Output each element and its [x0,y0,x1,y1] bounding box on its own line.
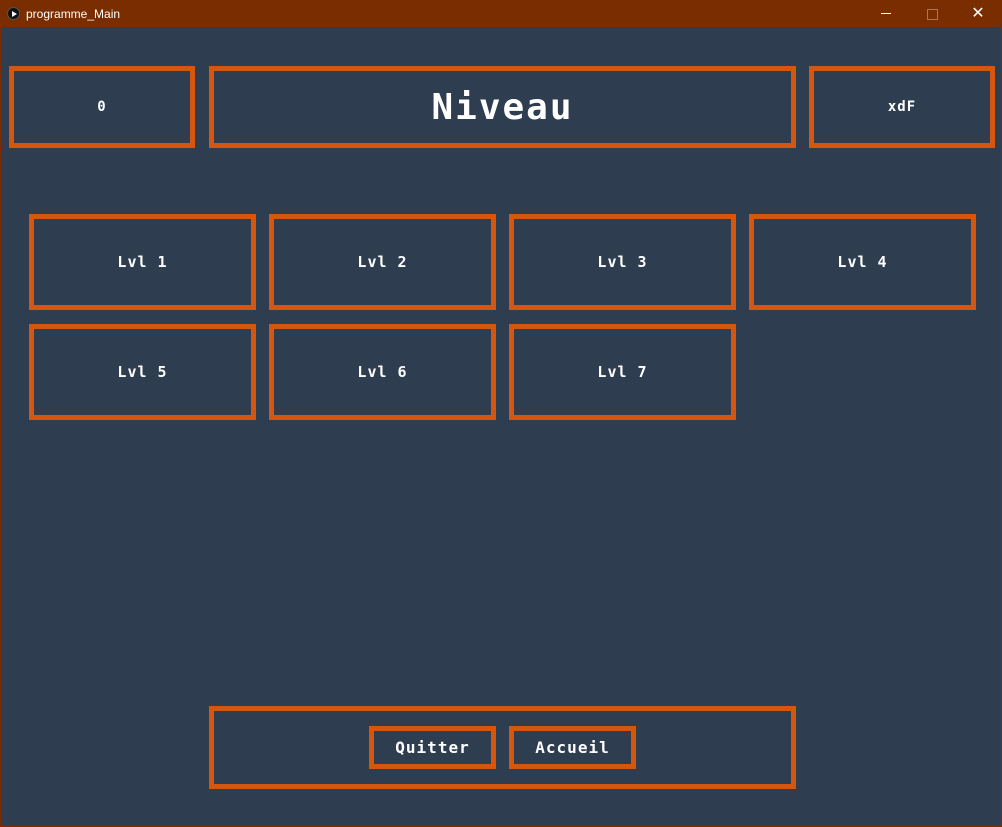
level-2-label: Lvl 2 [357,253,408,271]
minimize-icon [881,13,891,14]
home-label: Accueil [535,738,610,757]
page-title: Niveau [431,86,574,128]
home-button[interactable]: Accueil [509,726,636,769]
score-value: 0 [97,99,107,115]
quit-button[interactable]: Quitter [369,726,496,769]
level-7-label: Lvl 7 [597,363,648,381]
window-title: programme_Main [26,7,121,21]
level-2-button[interactable]: Lvl 2 [269,214,496,310]
level-6-button[interactable]: Lvl 6 [269,324,496,420]
level-3-button[interactable]: Lvl 3 [509,214,736,310]
info-value: xdF [887,99,917,115]
level-4-button[interactable]: Lvl 4 [749,214,976,310]
app-play-icon [7,7,20,20]
footer-panel [209,706,796,789]
level-4-label: Lvl 4 [837,253,888,271]
level-7-button[interactable]: Lvl 7 [509,324,736,420]
level-5-label: Lvl 5 [117,363,168,381]
maximize-button[interactable] [909,1,955,27]
app-window: programme_Main ✕ 0 Niveau xdF Lvl 1 Lvl … [0,0,1002,827]
score-box: 0 [9,66,195,148]
minimize-button[interactable] [863,1,909,27]
page-title-box: Niveau [209,66,796,148]
level-5-button[interactable]: Lvl 5 [29,324,256,420]
quit-label: Quitter [395,738,470,757]
level-6-label: Lvl 6 [357,363,408,381]
info-box: xdF [809,66,995,148]
title-bar[interactable]: programme_Main ✕ [1,1,1001,27]
level-1-button[interactable]: Lvl 1 [29,214,256,310]
close-icon: ✕ [971,5,985,22]
close-button[interactable]: ✕ [955,1,1001,27]
level-1-label: Lvl 1 [117,253,168,271]
maximize-icon [927,9,938,20]
level-3-label: Lvl 3 [597,253,648,271]
